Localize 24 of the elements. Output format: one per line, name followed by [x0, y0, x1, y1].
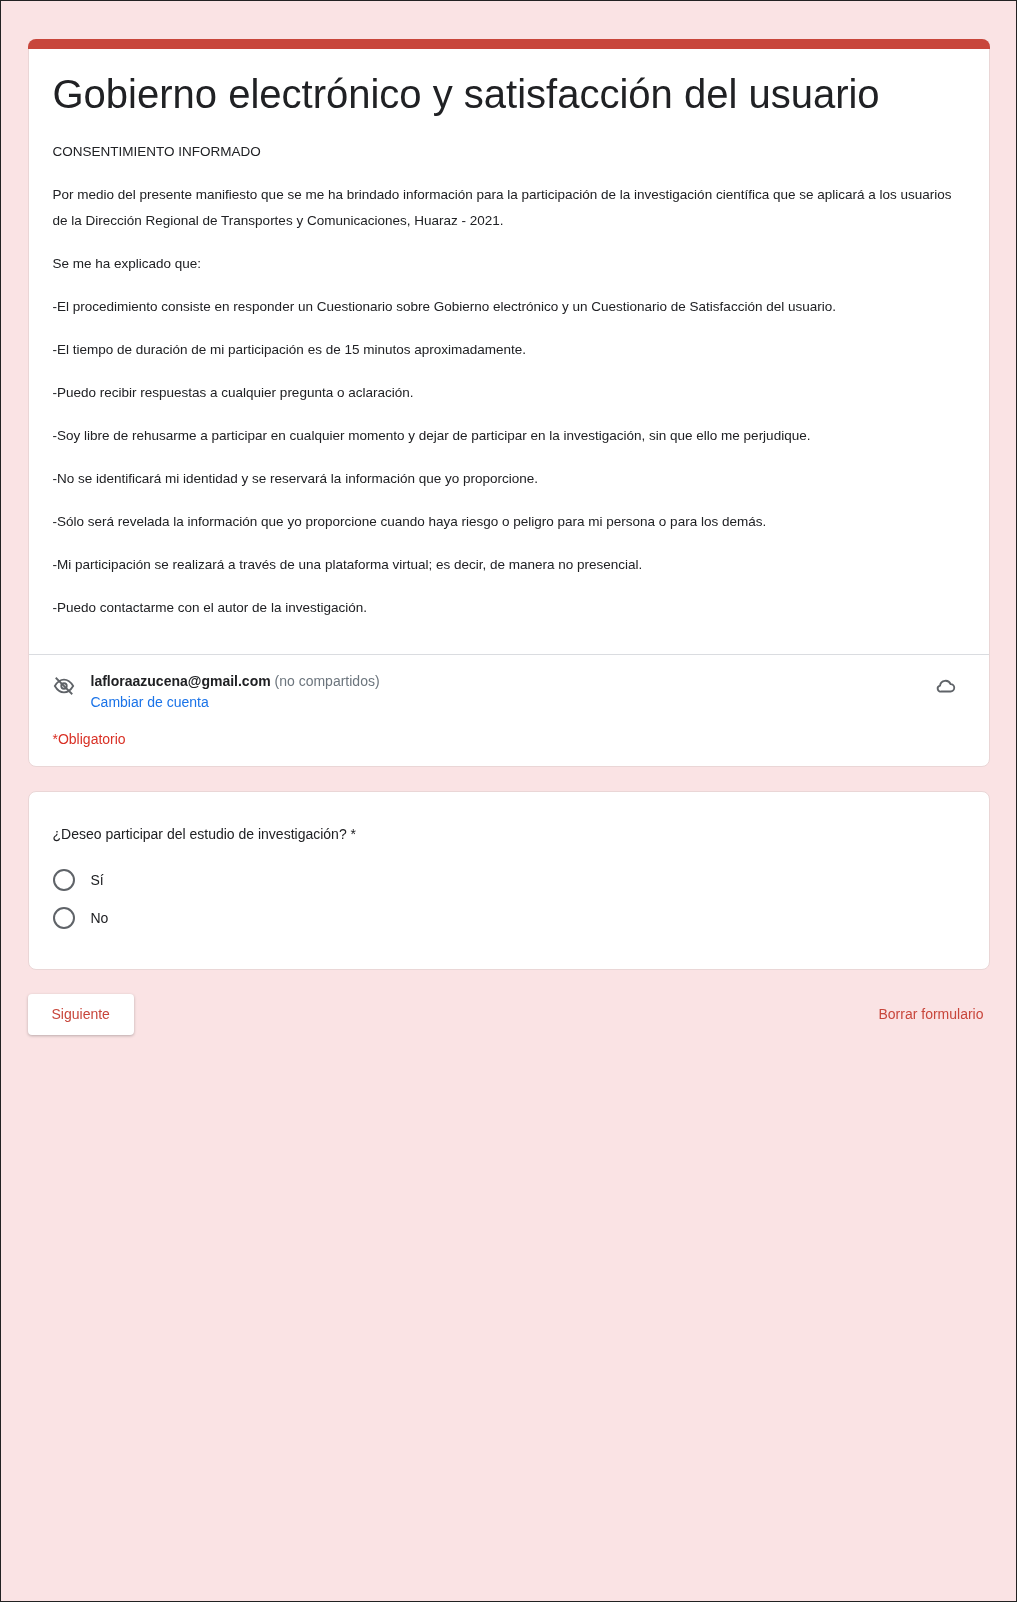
description-paragraph: -El procedimiento consiste en responder un Cuestionario sobre Gobierno electrónico y un Cuestionario de Satisfacción del usuario.	[52, 298, 837, 316]
description-paragraph: Por medio del presente manifiesto que se me ha brindado información para la participación de la investigación científica que se aplicará a los usuarios de la Dirección Regional de Transportes y Comunicaciones, Huaraz - 2021.	[52, 186, 953, 230]
description-paragraph: -Soy libre de rehusarme a participar en cualquier momento y dejar de participar en la investigación, sin que ello me perjudique.	[52, 427, 812, 445]
eye-crossed-icon	[52, 675, 75, 697]
description-paragraph: -Puedo contactarme con el autor de la investigación.	[52, 599, 368, 617]
radio-button[interactable]	[52, 869, 75, 891]
form-title: Gobierno electrónico y satisfacción del usuario	[52, 71, 881, 118]
description-paragraph: -El tiempo de duración de mi participación es de 15 minutos aproximadamente.	[52, 341, 527, 359]
description-paragraph: CONSENTIMIENTO INFORMADO	[52, 143, 262, 161]
sharing-note: (no compartidos)	[274, 673, 380, 689]
required-note: *Obligatorio	[52, 730, 127, 749]
account-email: lafloraazucena@gmail.com	[90, 673, 271, 689]
clear-form-button[interactable]: Borrar formulario	[872, 1003, 990, 1026]
switch-account-link[interactable]: Cambiar de cuenta	[90, 694, 209, 710]
description-paragraph: -Sólo será revelada la información que yo proporcione cuando haya riesgo o peligro para mi persona o para los demás.	[52, 513, 768, 531]
description-paragraph: -No se identificará mi identidad y se reservará la información que yo proporcione.	[52, 470, 539, 488]
option-label[interactable]: Sí	[90, 869, 104, 891]
description-paragraph: -Mi participación se realizará a través de una plataforma virtual; es decir, de manera no presencial.	[52, 556, 644, 574]
description-paragraph: Se me ha explicado que:	[52, 255, 203, 273]
option-label[interactable]: No	[90, 907, 109, 929]
description-paragraph: -Puedo recibir respuestas a cualquier pregunta o aclaración.	[52, 384, 415, 402]
next-button[interactable]: Siguiente	[27, 994, 134, 1035]
question-text: ¿Deseo participar del estudio de investigación? *	[52, 825, 357, 844]
radio-button[interactable]	[52, 907, 75, 929]
